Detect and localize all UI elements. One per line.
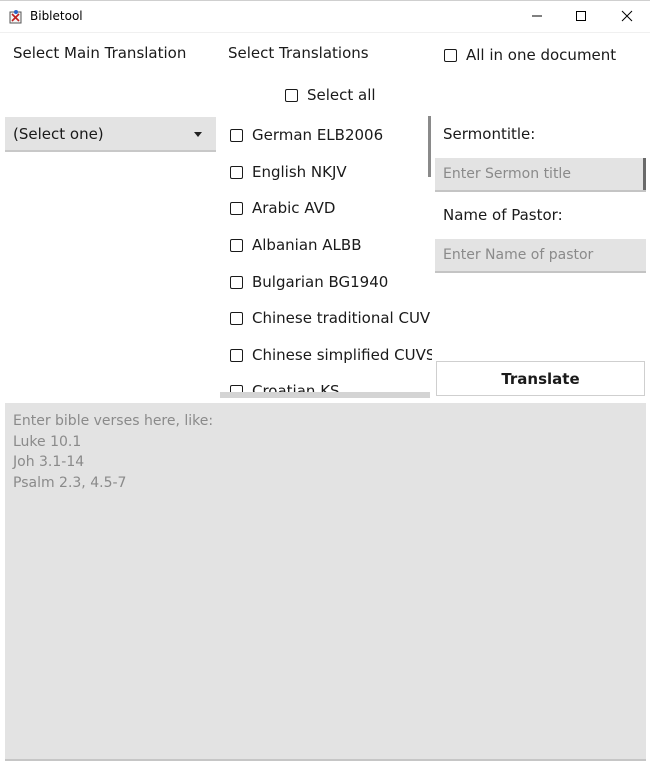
- window-title: Bibletool: [30, 9, 83, 23]
- all-in-one-label: All in one document: [466, 46, 617, 64]
- list-item[interactable]: English NKJV: [220, 162, 347, 182]
- sermon-title-input[interactable]: Enter Sermon title: [435, 158, 646, 192]
- list-item[interactable]: Albanian ALBB: [220, 235, 361, 255]
- input-edge: [643, 158, 646, 190]
- maximize-icon: [576, 11, 586, 21]
- pastor-label: Name of Pastor:: [443, 206, 563, 224]
- maximize-button[interactable]: [558, 1, 604, 31]
- translations-label: Select Translations: [228, 44, 369, 62]
- list-item[interactable]: Chinese simplified CUVS: [220, 345, 432, 365]
- all-in-one-checkbox-row[interactable]: All in one document: [444, 46, 616, 64]
- pastor-input[interactable]: Enter Name of pastor: [435, 239, 646, 273]
- select-all-checkbox[interactable]: [285, 88, 298, 102]
- close-button[interactable]: [604, 1, 650, 31]
- all-in-one-checkbox[interactable]: [444, 48, 457, 62]
- placeholder-line: Psalm 2.3, 4.5-7: [13, 475, 127, 492]
- list-item[interactable]: Chinese traditional CUV: [220, 308, 430, 328]
- translation-label: English NKJV: [252, 163, 347, 181]
- translation-label: Chinese traditional CUV: [252, 309, 431, 327]
- placeholder-line: Luke 10.1: [13, 433, 82, 450]
- minimize-icon: [532, 15, 542, 17]
- select-all-row[interactable]: Select all: [285, 86, 376, 104]
- translation-checkbox[interactable]: [230, 311, 243, 325]
- translation-checkbox[interactable]: [230, 275, 243, 289]
- select-all-label: Select all: [307, 86, 376, 104]
- translation-checkbox[interactable]: [230, 165, 243, 179]
- translation-label: Bulgarian BG1940: [252, 273, 389, 291]
- translation-label: Albanian ALBB: [252, 236, 362, 254]
- translation-label: Arabic AVD: [252, 199, 336, 217]
- list-item[interactable]: Arabic AVD: [220, 198, 335, 218]
- close-icon: [621, 10, 633, 22]
- chevron-down-icon: [194, 132, 202, 137]
- list-item[interactable]: German ELB2006: [220, 125, 383, 145]
- main-translation-selected: (Select one): [13, 125, 104, 143]
- translate-button[interactable]: Translate: [436, 361, 645, 396]
- verses-input[interactable]: Enter bible verses here, like: Luke 10.1…: [5, 403, 646, 761]
- translation-checkbox[interactable]: [230, 201, 243, 215]
- verses-placeholder: Enter bible verses here, like: Luke 10.1…: [13, 411, 213, 494]
- translation-label: German ELB2006: [252, 126, 384, 144]
- placeholder-line: Enter bible verses here, like:: [13, 413, 214, 429]
- translations-list[interactable]: German ELB2006 English NKJV Arabic AVD A…: [220, 116, 432, 397]
- list-vertical-scrollbar[interactable]: [428, 116, 431, 177]
- translation-checkbox[interactable]: [230, 128, 243, 142]
- app-icon: [8, 9, 24, 25]
- minimize-button[interactable]: [514, 1, 560, 31]
- translation-checkbox[interactable]: [230, 238, 243, 252]
- translation-label: Chinese simplified CUVS: [252, 346, 432, 364]
- pastor-placeholder: Enter Name of pastor: [443, 247, 594, 263]
- main-translation-dropdown[interactable]: (Select one): [5, 117, 216, 152]
- list-item[interactable]: Bulgarian BG1940: [220, 272, 388, 292]
- placeholder-line: Joh 3.1-14: [13, 454, 85, 471]
- list-horizontal-scrollbar[interactable]: [220, 392, 430, 398]
- translation-checkbox[interactable]: [230, 348, 243, 362]
- main-translation-label: Select Main Translation: [13, 44, 187, 62]
- title-bar: Bibletool: [0, 0, 650, 33]
- sermon-title-label: Sermontitle:: [443, 125, 536, 143]
- sermon-title-placeholder: Enter Sermon title: [443, 166, 571, 182]
